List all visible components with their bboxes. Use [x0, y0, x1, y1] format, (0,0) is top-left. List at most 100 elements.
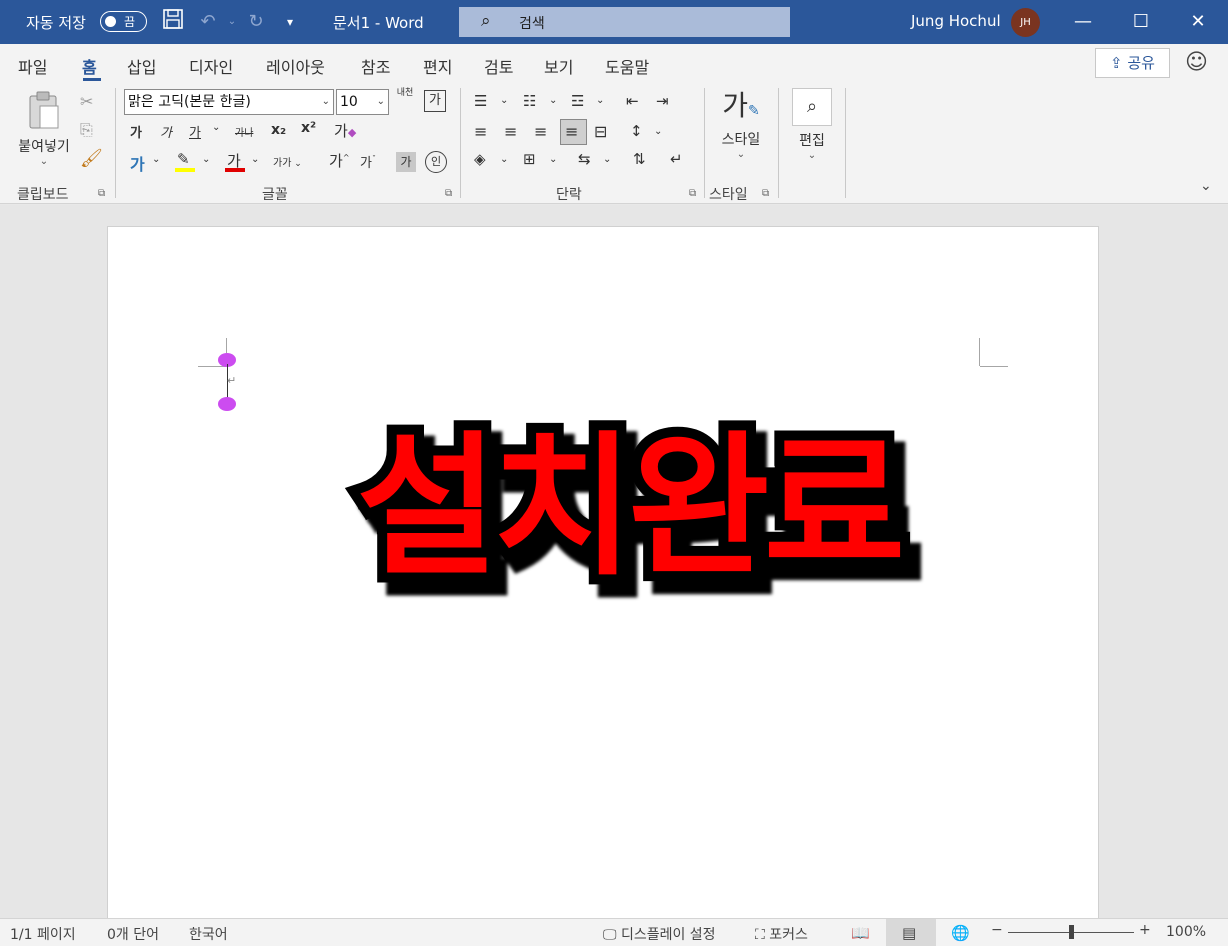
tab-mailings[interactable]: 편지: [423, 54, 452, 78]
line-spacing-icon[interactable]: ↕: [630, 122, 643, 140]
tab-references[interactable]: 참조: [361, 54, 390, 78]
page-count[interactable]: 1/1 페이지: [10, 924, 76, 944]
editing-search-box[interactable]: ⌕: [792, 88, 832, 126]
zoom-in-icon[interactable]: +: [1139, 922, 1151, 938]
font-size-combo[interactable]: 10 ⌄: [336, 89, 389, 115]
share-button[interactable]: ⇪ 공유: [1095, 48, 1170, 78]
char-border-button[interactable]: 가: [424, 90, 446, 112]
tab-review[interactable]: 검토: [484, 54, 513, 78]
maximize-icon[interactable]: ☐: [1118, 0, 1164, 44]
tab-design[interactable]: 디자인: [189, 54, 233, 78]
superscript-button[interactable]: x²: [301, 120, 316, 136]
copy-icon[interactable]: ⎘: [80, 120, 93, 140]
numbering-dropdown-icon[interactable]: ⌄: [549, 95, 557, 106]
paragraph-mark-icon: ↵: [227, 374, 237, 387]
zoom-out-icon[interactable]: −: [991, 922, 1003, 938]
search-box[interactable]: ⌕ 검색: [459, 7, 790, 37]
styles-button[interactable]: 가✎ 스타일 ⌄: [712, 88, 770, 178]
paste-button[interactable]: 붙여넣기 ⌄: [12, 90, 76, 190]
underline-button[interactable]: 가: [189, 122, 201, 141]
autosave-toggle[interactable]: 끔: [100, 11, 147, 32]
format-painter-icon[interactable]: 🖌: [80, 148, 103, 169]
font-color-dropdown-icon[interactable]: ⌄: [251, 154, 259, 165]
web-layout-icon[interactable]: 🌐: [951, 924, 970, 942]
bold-button[interactable]: 가: [130, 122, 142, 141]
minimize-icon[interactable]: —: [1060, 0, 1106, 44]
multilevel-list-icon[interactable]: ☲: [571, 92, 584, 110]
feedback-icon[interactable]: ☺: [1185, 50, 1208, 75]
asian-layout-dropdown-icon[interactable]: ⌄: [603, 154, 611, 165]
language-indicator[interactable]: 한국어: [189, 924, 228, 944]
user-name[interactable]: Jung Hochul: [911, 12, 1001, 30]
multilevel-dropdown-icon[interactable]: ⌄: [596, 95, 604, 106]
document-canvas[interactable]: ↵ 설치완료 설치완료 설치완료: [0, 205, 1228, 926]
ribbon: 파일 홈 삽입 디자인 레이아웃 참조 편지 검토 보기 도움말 ⇪ 공유 ☺ …: [0, 44, 1228, 204]
focus-button[interactable]: ⛶ 포커스: [755, 924, 808, 944]
styles-dropdown-icon: ⌄: [736, 149, 746, 160]
bullets-icon[interactable]: ☰: [474, 92, 487, 110]
zoom-slider-thumb[interactable]: [1069, 925, 1074, 939]
highlight-dropdown-icon[interactable]: ⌄: [202, 154, 210, 165]
show-marks-icon[interactable]: ↵: [670, 150, 683, 168]
styles-launcher-icon[interactable]: ⧉: [762, 188, 769, 199]
underline-dropdown-icon[interactable]: ⌄: [212, 122, 220, 133]
word-count[interactable]: 0개 단어: [107, 924, 159, 944]
sort-icon[interactable]: ⇅: [633, 150, 646, 168]
align-left-icon[interactable]: ≡: [474, 122, 487, 141]
highlight-icon[interactable]: ✎: [177, 150, 190, 168]
avatar[interactable]: JH: [1011, 8, 1040, 37]
tab-view[interactable]: 보기: [544, 54, 573, 78]
cut-icon[interactable]: ✂: [80, 92, 93, 111]
collapse-ribbon-icon[interactable]: ⌄: [1200, 178, 1212, 194]
heading-text[interactable]: 설치완료: [268, 382, 988, 605]
distributed-icon[interactable]: ⊟: [594, 122, 607, 141]
borders-icon[interactable]: ⊞: [523, 150, 536, 168]
align-center-icon[interactable]: ≡: [504, 122, 517, 141]
highlight-color-bar: [175, 168, 195, 172]
selection-handle-bottom[interactable]: [218, 397, 236, 411]
clear-formatting-button[interactable]: 가◆: [334, 120, 356, 141]
shading-dropdown-icon[interactable]: ⌄: [500, 154, 508, 165]
tab-file[interactable]: 파일: [18, 54, 47, 78]
subscript-button[interactable]: x₂: [271, 122, 286, 138]
numbering-icon[interactable]: ☷: [523, 92, 536, 110]
save-icon[interactable]: [159, 8, 187, 36]
paste-label: 붙여넣기: [18, 139, 70, 155]
strikethrough-button[interactable]: 가나: [235, 124, 253, 139]
chevron-down-icon: ⌄: [376, 96, 385, 107]
redo-icon[interactable]: ↻: [242, 8, 270, 36]
line-spacing-dropdown-icon[interactable]: ⌄: [654, 126, 662, 137]
read-mode-icon[interactable]: 📖: [851, 924, 870, 942]
editing-button[interactable]: 편집 ⌄: [790, 130, 834, 161]
zoom-level[interactable]: 100%: [1166, 924, 1206, 940]
decrease-indent-icon[interactable]: ⇤: [626, 92, 639, 110]
increase-indent-icon[interactable]: ⇥: [656, 92, 669, 110]
align-right-icon[interactable]: ≡: [534, 122, 547, 141]
bullets-dropdown-icon[interactable]: ⌄: [500, 95, 508, 106]
close-icon[interactable]: ✕: [1175, 0, 1221, 44]
font-name-value: 맑은 고딕(본문 한글): [128, 94, 251, 110]
shrink-font-button[interactable]: 가ˇ: [360, 152, 376, 171]
shading-icon[interactable]: ◈: [474, 150, 486, 168]
grow-font-button[interactable]: 가^: [329, 150, 350, 171]
clipboard-launcher-icon[interactable]: ⧉: [98, 188, 105, 199]
asian-layout-icon[interactable]: ⇆: [578, 150, 591, 168]
tab-help[interactable]: 도움말: [605, 54, 649, 78]
paragraph-launcher-icon[interactable]: ⧉: [689, 188, 696, 199]
tab-insert[interactable]: 삽입: [127, 54, 156, 78]
font-name-combo[interactable]: 맑은 고딕(본문 한글) ⌄: [124, 89, 334, 115]
customize-qat-icon[interactable]: ▾: [276, 8, 304, 36]
char-shading-button[interactable]: 가: [396, 152, 416, 172]
font-launcher-icon[interactable]: ⧉: [445, 188, 452, 199]
tab-home[interactable]: 홈: [82, 54, 97, 78]
borders-dropdown-icon[interactable]: ⌄: [549, 154, 557, 165]
document-page[interactable]: ↵ 설치완료 설치완료 설치완료: [107, 226, 1099, 926]
phonetic-guide-button[interactable]: 내천: [394, 88, 416, 98]
text-effects-dropdown-icon[interactable]: ⌄: [152, 154, 160, 165]
italic-button[interactable]: 가: [160, 122, 172, 141]
tab-layout[interactable]: 레이아웃: [266, 54, 325, 78]
display-settings-button[interactable]: 🖵 디스플레이 설정: [603, 924, 716, 944]
change-case-button[interactable]: 가가 ⌄: [273, 154, 302, 169]
text-effects-button[interactable]: 가: [130, 151, 145, 175]
enclose-chars-button[interactable]: 인: [425, 151, 447, 173]
